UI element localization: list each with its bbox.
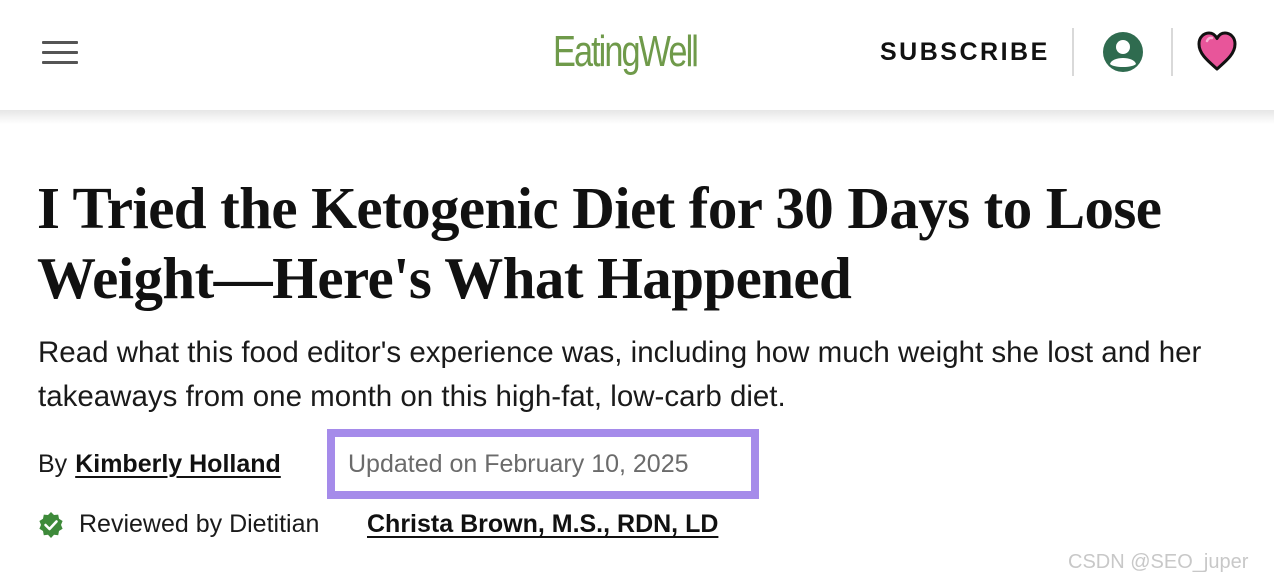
menu-bar-middle xyxy=(42,51,78,54)
watermark: CSDN @SEO_juper xyxy=(1068,551,1249,573)
article-dek: Read what this food editor's experience … xyxy=(38,336,1202,413)
user-account-icon[interactable] xyxy=(1102,31,1144,73)
site-header: EatingWell SUBSCRIBE xyxy=(0,0,1274,112)
menu-bar-top xyxy=(42,41,78,44)
byline-prefix: By xyxy=(38,450,68,478)
heart-icon[interactable] xyxy=(1196,29,1238,73)
site-logo[interactable]: EatingWell xyxy=(553,24,699,80)
header-divider xyxy=(1072,28,1074,76)
author-link[interactable]: Kimberly Holland xyxy=(75,450,281,478)
header-shadow xyxy=(0,110,1274,124)
header-divider xyxy=(1171,28,1173,76)
review-label: Reviewed by Dietitian xyxy=(79,510,320,538)
updated-date: Updated on February 10, 2025 xyxy=(348,450,689,478)
verified-check-icon xyxy=(39,512,63,538)
byline: By Kimberly Holland xyxy=(38,446,281,482)
reviewer-link[interactable]: Christa Brown, M.S., RDN, LD xyxy=(367,506,718,542)
subscribe-button[interactable]: SUBSCRIBE xyxy=(880,34,1050,70)
hamburger-menu-icon[interactable] xyxy=(40,39,80,65)
article-title: I Tried the Ketogenic Diet for 30 Days t… xyxy=(37,175,1162,311)
menu-bar-bottom xyxy=(42,61,78,64)
